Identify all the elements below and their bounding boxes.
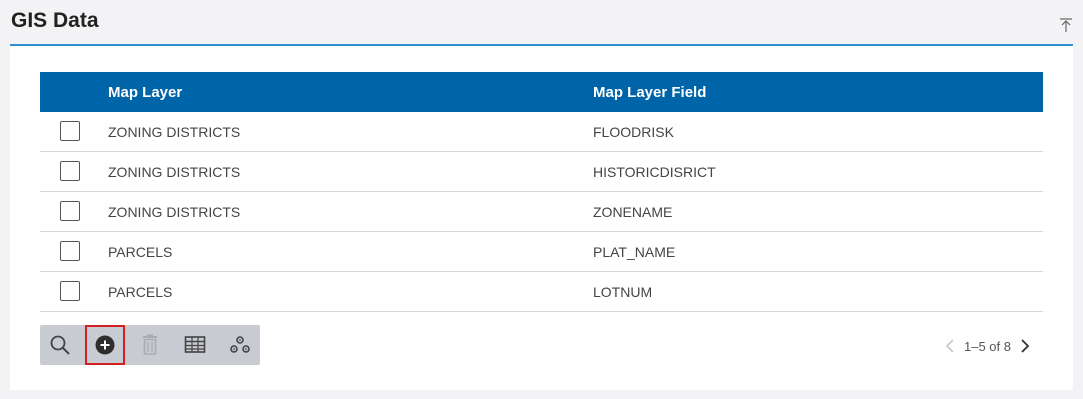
next-page-icon[interactable] — [1017, 336, 1033, 356]
table-header: Map Layer Map Layer Field — [40, 72, 1043, 112]
table-toolbar — [40, 325, 260, 365]
column-header-map-layer-field[interactable]: Map Layer Field — [593, 84, 706, 101]
table-view-button[interactable] — [175, 325, 215, 365]
search-icon — [50, 335, 70, 355]
section-title: GIS Data — [11, 9, 99, 32]
trash-icon — [143, 334, 157, 355]
table-row[interactable]: ZONING DISTRICTS ZONENAME — [40, 192, 1043, 232]
row-checkbox[interactable] — [60, 121, 80, 141]
cell-map-layer-field: ZONENAME — [593, 204, 673, 220]
row-checkbox[interactable] — [60, 241, 80, 261]
pagination: 1–5 of 8 — [942, 336, 1033, 356]
gis-data-panel: Map Layer Map Layer Field ZONING DISTRIC… — [10, 46, 1073, 390]
gis-data-table: Map Layer Map Layer Field ZONING DISTRIC… — [40, 72, 1043, 312]
column-header-map-layer[interactable]: Map Layer — [108, 84, 182, 101]
cell-map-layer: ZONING DISTRICTS — [108, 204, 241, 220]
cell-map-layer: PARCELS — [108, 244, 173, 260]
prev-page-icon[interactable] — [942, 336, 958, 356]
page-range-label: 1–5 of 8 — [964, 338, 1011, 354]
row-checkbox[interactable] — [60, 161, 80, 181]
add-button[interactable] — [85, 325, 125, 365]
settings-button[interactable] — [220, 325, 260, 365]
table-row[interactable]: ZONING DISTRICTS FLOODRISK — [40, 112, 1043, 152]
cell-map-layer-field: PLAT_NAME — [593, 244, 676, 260]
row-checkbox[interactable] — [60, 281, 80, 301]
table-row[interactable]: PARCELS LOTNUM — [40, 272, 1043, 312]
delete-button[interactable] — [130, 325, 170, 365]
table-row[interactable]: PARCELS PLAT_NAME — [40, 232, 1043, 272]
collapse-up-icon[interactable] — [1059, 17, 1073, 33]
cell-map-layer: PARCELS — [108, 284, 173, 300]
cell-map-layer-field: LOTNUM — [593, 284, 653, 300]
cell-map-layer: ZONING DISTRICTS — [108, 164, 241, 180]
gears-icon — [230, 336, 250, 353]
section-header: GIS Data — [10, 0, 1073, 46]
table-grid-icon — [184, 336, 206, 353]
cell-map-layer-field: HISTORICDISRICT — [593, 164, 716, 180]
table-row[interactable]: ZONING DISTRICTS HISTORICDISRICT — [40, 152, 1043, 192]
cell-map-layer-field: FLOODRISK — [593, 124, 674, 140]
row-checkbox[interactable] — [60, 201, 80, 221]
add-circle-icon — [95, 335, 115, 355]
search-button[interactable] — [40, 325, 80, 365]
cell-map-layer: ZONING DISTRICTS — [108, 124, 241, 140]
